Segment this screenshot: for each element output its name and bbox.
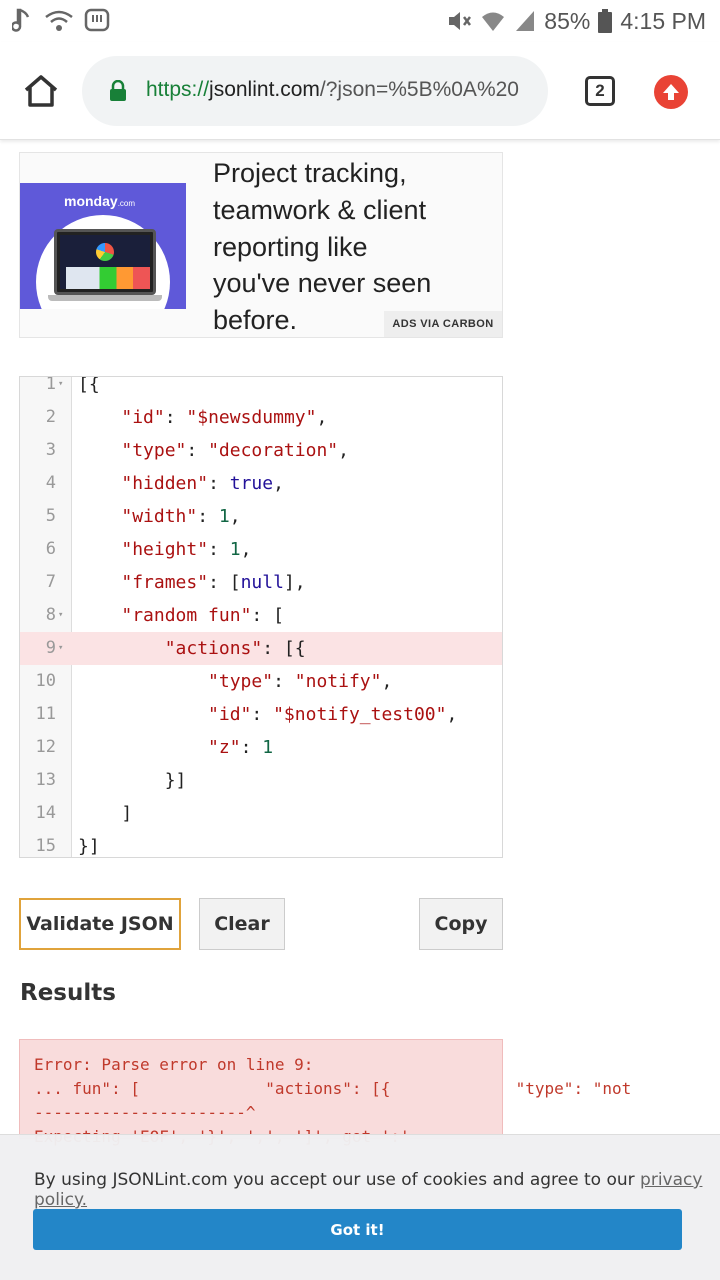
line-number: 13 <box>35 770 56 790</box>
status-bar: 85% 4:15 PM <box>0 0 720 42</box>
ad-via-label[interactable]: ADS VIA CARBON <box>384 311 502 337</box>
carbon-ad[interactable]: monday.com Project tracking, teamwork & … <box>19 152 503 338</box>
code-line[interactable]: 10 "type": "notify", <box>20 665 502 698</box>
browser-toolbar: https://jsonlint.com/?json=%5B%0A%20 2 <box>0 42 720 140</box>
line-number: 14 <box>35 803 56 823</box>
tab-switcher-button[interactable]: 2 <box>585 76 615 106</box>
url-path: /?json=%5B%0A%20 <box>319 78 519 101</box>
line-number: 2 <box>45 407 56 427</box>
url-host: jsonlint.com <box>209 78 320 101</box>
code-text: "width": 1, <box>121 506 241 527</box>
fold-arrow-icon[interactable]: ▾ <box>58 377 63 401</box>
home-icon <box>24 75 58 107</box>
error-line: ----------------------^ <box>34 1103 256 1122</box>
code-line[interactable]: 11 "id": "$notify_test00", <box>20 698 502 731</box>
code-text: "type": "decoration", <box>121 440 349 461</box>
code-text: ] <box>78 803 133 824</box>
update-button[interactable] <box>654 75 688 109</box>
signal-icon <box>514 9 536 33</box>
url-text[interactable]: https://jsonlint.com/?json=%5B%0A%20 <box>146 78 519 102</box>
fold-arrow-icon[interactable]: ▾ <box>58 599 63 632</box>
message-icon <box>84 8 110 34</box>
line-number: 6 <box>45 539 56 559</box>
lock-icon <box>108 79 128 107</box>
wifi-icon <box>44 9 74 33</box>
line-number: 12 <box>35 737 56 757</box>
code-line[interactable]: 7 "frames": [null], <box>20 566 502 599</box>
code-line[interactable]: 3 "type": "decoration", <box>20 434 502 467</box>
code-text: "random fun": [ <box>121 605 284 626</box>
line-number: 10 <box>35 671 56 691</box>
clock: 4:15 PM <box>620 7 706 34</box>
code-text: "id": "$newsdummy", <box>121 407 328 428</box>
line-number: 3 <box>45 440 56 460</box>
got-it-button[interactable]: Got it! <box>33 1209 682 1250</box>
battery-percent: 85% <box>544 7 591 34</box>
code-line[interactable]: 14 ] <box>20 797 502 830</box>
results-heading: Results <box>20 980 116 1006</box>
ad-logo: monday.com <box>64 193 136 209</box>
mute-icon <box>446 9 472 33</box>
code-text: }] <box>78 770 187 791</box>
validate-json-button[interactable]: Validate JSON <box>19 898 181 950</box>
code-text: "height": 1, <box>121 539 252 560</box>
code-text: }] <box>78 836 100 857</box>
clear-button[interactable]: Clear <box>199 898 285 950</box>
code-line[interactable]: 2 "id": "$newsdummy", <box>20 401 502 434</box>
music-note-icon <box>12 8 34 34</box>
error-line: ... fun": [ "actions": [{ "type": "not <box>34 1079 632 1098</box>
code-line[interactable]: 1 ▾ [{ <box>20 376 502 401</box>
line-number: 8 <box>45 605 56 625</box>
json-editor[interactable]: 1 ▾[{2 "id": "$newsdummy", 3 "type": "deco… <box>19 376 503 858</box>
code-line[interactable]: 6 "height": 1, <box>20 533 502 566</box>
code-line[interactable]: 15}] <box>20 830 502 857</box>
line-number: 15 <box>35 836 56 856</box>
code-text: [{ <box>78 376 100 395</box>
laptop-illustration <box>54 229 156 295</box>
line-number: 9 <box>45 638 56 658</box>
url-bar[interactable]: https://jsonlint.com/?json=%5B%0A%20 <box>82 56 548 126</box>
line-number: 11 <box>35 704 56 724</box>
ad-image[interactable]: monday.com <box>20 183 186 309</box>
code-line[interactable]: 5 "width": 1, <box>20 500 502 533</box>
cookie-banner: By using JSONLint.com you accept our use… <box>0 1134 720 1280</box>
home-button[interactable] <box>22 72 60 110</box>
code-text: "type": "notify", <box>208 671 393 692</box>
code-line[interactable]: 12 "z": 1 <box>20 731 502 764</box>
code-text: "z": 1 <box>208 737 274 758</box>
line-number: 4 <box>45 473 56 493</box>
wifi-icon <box>480 9 506 33</box>
code-line[interactable]: 4 "hidden": true, <box>20 467 502 500</box>
tab-count: 2 <box>595 81 605 100</box>
code-text: "actions": [{ <box>164 638 306 659</box>
url-protocol: https:// <box>146 78 210 101</box>
code-line[interactable]: 13 }] <box>20 764 502 797</box>
cookie-text: By using JSONLint.com you accept our use… <box>34 1170 703 1210</box>
error-line: Error: Parse error on line 9: <box>34 1055 314 1074</box>
code-line-error[interactable]: 9 ▾ "actions": [{ <box>20 632 502 665</box>
copy-button[interactable]: Copy <box>419 898 503 950</box>
code-text: "id": "$notify_test00", <box>208 704 458 725</box>
fold-arrow-icon[interactable]: ▾ <box>58 632 63 665</box>
code-text: "hidden": true, <box>121 473 284 494</box>
line-number: 1 <box>45 376 56 394</box>
arrow-up-icon <box>663 84 679 100</box>
battery-icon <box>598 9 613 33</box>
line-number: 5 <box>45 506 56 526</box>
code-text: "frames": [null], <box>121 572 306 593</box>
line-number: 7 <box>45 572 56 592</box>
code-line[interactable]: 8 ▾ "random fun": [ <box>20 599 502 632</box>
